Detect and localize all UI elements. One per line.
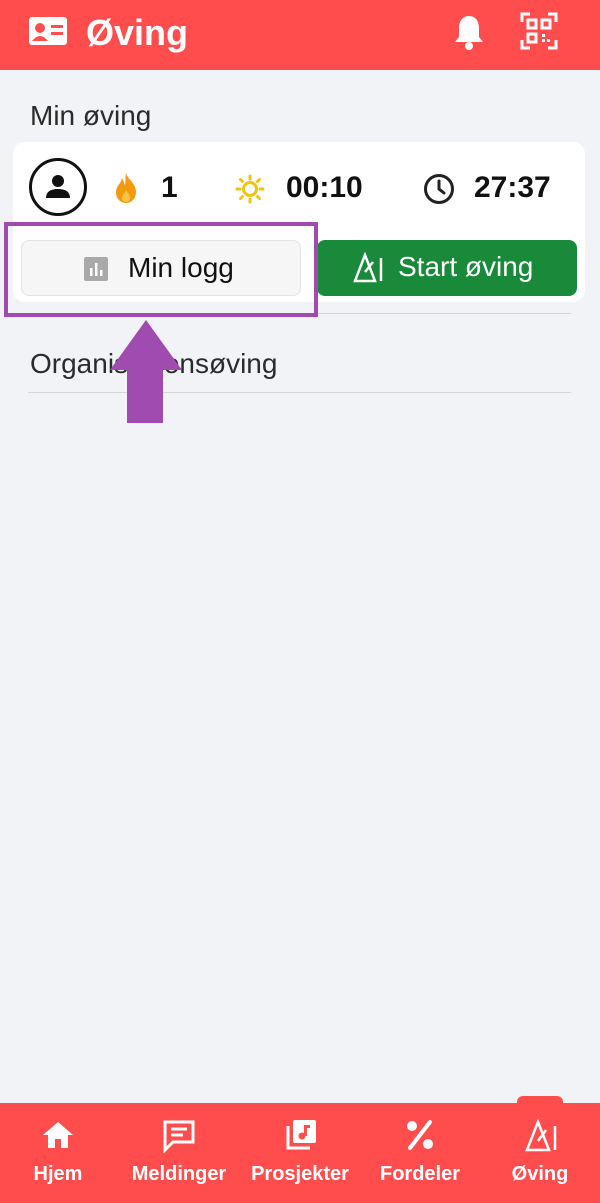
nav-label: Fordeler (379, 1163, 461, 1185)
nav-item-practice[interactable]: Øving (492, 1103, 588, 1203)
bottom-nav: Hjem Meldinger Prosjekter Fordeler Øving (0, 1103, 600, 1203)
nav-item-benefits[interactable]: Fordeler (372, 1103, 468, 1203)
highlight-box (4, 222, 318, 317)
chat-icon (162, 1119, 196, 1158)
nav-label: Meldinger (131, 1163, 227, 1185)
nav-item-home[interactable]: Hjem (10, 1103, 106, 1203)
section-title-my-practice: Min øving (30, 100, 152, 131)
metronome-icon (353, 251, 383, 289)
bell-icon[interactable] (452, 13, 486, 56)
nav-label: Hjem (33, 1163, 83, 1185)
arrow-up-icon (108, 318, 184, 429)
start-practice-button[interactable]: Start øving (317, 240, 577, 296)
home-icon (41, 1119, 75, 1156)
page-title: Øving (86, 12, 189, 53)
nav-item-messages[interactable]: Meldinger (125, 1103, 233, 1203)
start-practice-label: Start øving (398, 251, 534, 282)
nav-label: Øving (511, 1163, 569, 1185)
qr-code-icon[interactable] (520, 12, 558, 55)
app-bar: Øving (0, 0, 600, 70)
total-time: 27:37 (474, 171, 551, 204)
metronome-icon (524, 1118, 558, 1158)
flame-icon (113, 172, 139, 209)
nav-label: Prosjekter (251, 1163, 349, 1185)
clock-icon (423, 173, 455, 210)
music-library-icon (285, 1119, 317, 1156)
sun-icon (235, 174, 265, 209)
today-time: 00:10 (286, 171, 363, 204)
percent-icon (405, 1119, 435, 1156)
nav-item-projects[interactable]: Prosjekter (245, 1103, 355, 1203)
streak-count: 1 (161, 171, 178, 204)
avatar[interactable] (29, 158, 87, 216)
id-card-icon (28, 14, 68, 53)
